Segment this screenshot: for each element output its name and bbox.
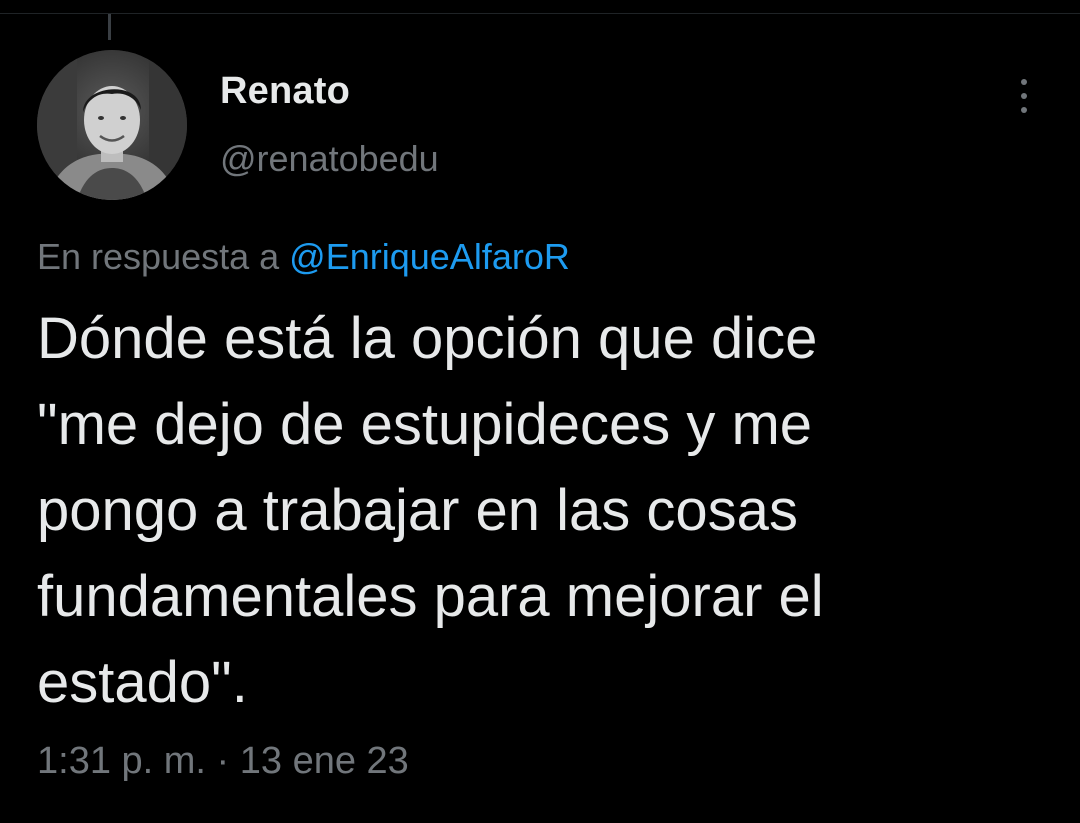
author-display-name[interactable]: Renato <box>220 70 350 113</box>
tweet-text: Dónde está la opción que dice "me dejo d… <box>37 306 824 715</box>
more-dot <box>1021 93 1027 99</box>
timestamp-separator: · <box>216 740 230 782</box>
more-dot <box>1021 107 1027 113</box>
tweet-timestamp[interactable]: 1:31 p. m. · 13 ene 23 <box>37 740 409 783</box>
avatar[interactable] <box>37 50 187 200</box>
reply-prefix: En respuesta a <box>37 236 280 277</box>
more-vertical-icon[interactable] <box>1006 72 1042 120</box>
tweet-time: 1:31 p. m. <box>37 740 206 782</box>
author-handle[interactable]: @renatobedu <box>220 138 439 180</box>
profile-photo-icon <box>37 50 187 200</box>
reply-context: En respuesta a @EnriqueAlfaroR <box>37 236 570 278</box>
top-divider <box>0 13 1080 14</box>
thread-connector-line <box>108 14 111 40</box>
tweet-date: 13 ene 23 <box>239 740 409 782</box>
reply-mention-link[interactable]: @EnriqueAlfaroR <box>289 236 570 277</box>
more-dot <box>1021 79 1027 85</box>
